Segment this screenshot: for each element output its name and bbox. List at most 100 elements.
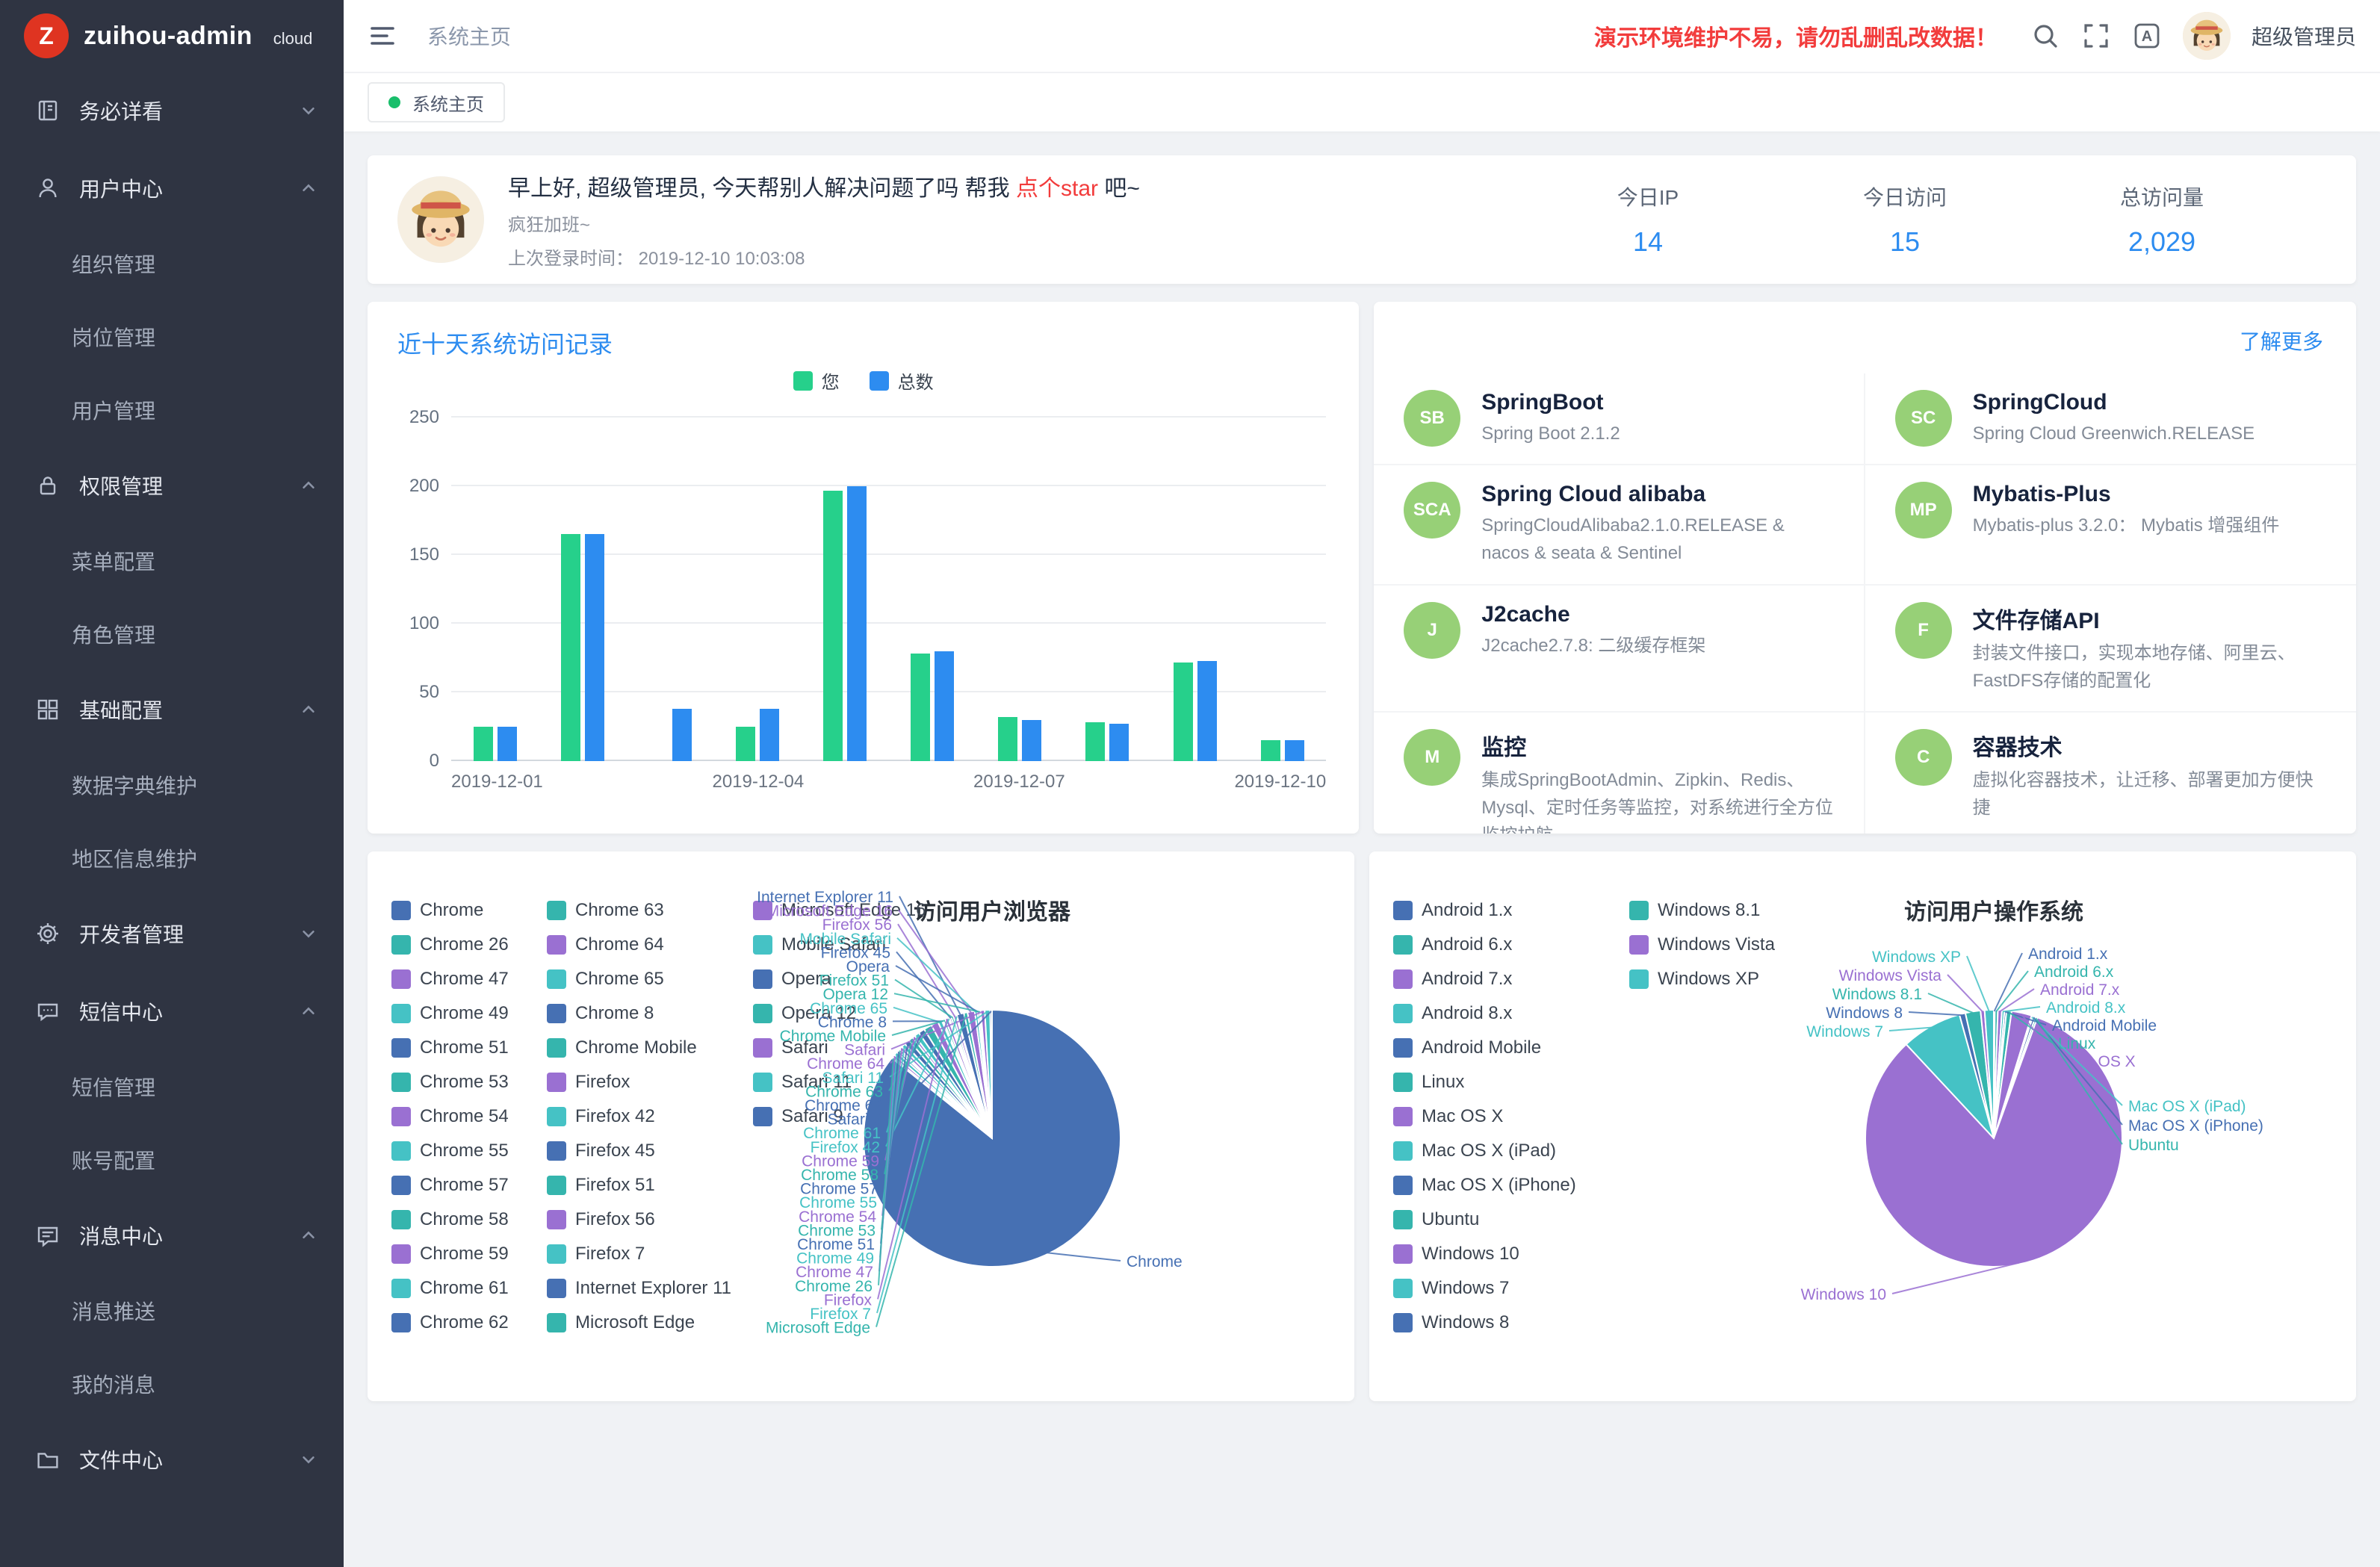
user-avatar[interactable] (2183, 12, 2231, 60)
star-link[interactable]: 点个star (1016, 176, 1098, 201)
sidebar-subitem[interactable]: 数据字典维护 (0, 748, 344, 822)
legend-item-Chrome 53[interactable]: Chrome 53 (391, 1065, 535, 1099)
legend-item-Android Mobile[interactable]: Android Mobile (1393, 1031, 1617, 1065)
legend-item-您[interactable]: 您 (793, 367, 840, 394)
legend-column: Microsoft Edge 16Mobile SafariOperaOpera… (753, 893, 902, 1340)
sidebar-item-1[interactable]: 用户中心 (0, 149, 344, 227)
app-logo[interactable]: Z zuihou-admin cloud (0, 0, 344, 72)
legend-item-Opera[interactable]: Opera (753, 962, 902, 996)
legend-item-Microsoft Edge 16[interactable]: Microsoft Edge 16 (753, 893, 902, 928)
legend-item-Chrome 8[interactable]: Chrome 8 (547, 996, 741, 1031)
stats-group: 今日IP 14 今日访问 15 总访问量 2,029 (1519, 181, 2326, 258)
bar-您 (1261, 740, 1280, 761)
sidebar-subitem[interactable]: 菜单配置 (0, 524, 344, 598)
legend-item-Chrome Mobile[interactable]: Chrome Mobile (547, 1031, 741, 1065)
sidebar-subitem[interactable]: 消息推送 (0, 1274, 344, 1347)
bar-group-2019-12-09 (1151, 418, 1239, 761)
module-badge: SC (1895, 390, 1952, 447)
sidebar-subitem[interactable]: 地区信息维护 (0, 822, 344, 895)
user-name[interactable]: 超级管理员 (2252, 21, 2356, 51)
legend-item-Windows Vista[interactable]: Windows Vista (1629, 928, 1794, 962)
legend-item-Chrome 59[interactable]: Chrome 59 (391, 1237, 535, 1271)
legend-item-Linux[interactable]: Linux (1393, 1065, 1617, 1099)
bar-总数 (935, 651, 954, 761)
legend-item-Safari 11[interactable]: Safari 11 (753, 1065, 902, 1099)
legend-item-Chrome 54[interactable]: Chrome 54 (391, 1099, 535, 1134)
sidebar-item-5[interactable]: 短信中心 (0, 972, 344, 1050)
chevron-up-icon (300, 180, 317, 196)
learn-more-link[interactable]: 了解更多 (2240, 326, 2323, 356)
legend-item-Chrome 58[interactable]: Chrome 58 (391, 1203, 535, 1237)
search-icon[interactable] (2030, 21, 2060, 51)
legend-item-Chrome 49[interactable]: Chrome 49 (391, 996, 535, 1031)
legend-item-Firefox 56[interactable]: Firefox 56 (547, 1203, 741, 1237)
sidebar-item-2[interactable]: 权限管理 (0, 447, 344, 524)
legend-label: Chrome 64 (575, 934, 664, 955)
x-axis-label (1150, 772, 1234, 792)
x-axis-label (627, 772, 712, 792)
legend-label: Firefox 7 (575, 1244, 645, 1265)
legend-item-Mobile Safari[interactable]: Mobile Safari (753, 928, 902, 962)
legend-item-Android 6.x[interactable]: Android 6.x (1393, 928, 1617, 962)
legend-item-Firefox 51[interactable]: Firefox 51 (547, 1168, 741, 1203)
sidebar-subitem[interactable]: 我的消息 (0, 1347, 344, 1421)
legend-item-Windows XP[interactable]: Windows XP (1629, 962, 1794, 996)
pie-slice-Firefox 42 (948, 1017, 992, 1138)
legend-item-Chrome 63[interactable]: Chrome 63 (547, 893, 741, 928)
legend-item-Mac OS X[interactable]: Mac OS X (1393, 1099, 1617, 1134)
sidebar-subitem[interactable]: 岗位管理 (0, 300, 344, 373)
legend-item-Chrome 57[interactable]: Chrome 57 (391, 1168, 535, 1203)
legend-item-Mac OS X (iPhone)[interactable]: Mac OS X (iPhone) (1393, 1168, 1617, 1203)
legend-item-Windows 10[interactable]: Windows 10 (1393, 1237, 1617, 1271)
sidebar-subitem[interactable]: 组织管理 (0, 227, 344, 300)
legend-item-Firefox[interactable]: Firefox (547, 1065, 741, 1099)
sidebar-subitem[interactable]: 账号配置 (0, 1123, 344, 1197)
legend-item-Firefox 7[interactable]: Firefox 7 (547, 1237, 741, 1271)
legend-item-Safari[interactable]: Safari (753, 1031, 902, 1065)
pie-slice-Chrome 49 (894, 1052, 992, 1138)
sidebar-subitem[interactable]: 短信管理 (0, 1050, 344, 1123)
module-badge: F (1895, 602, 1952, 659)
sidebar-item-0[interactable]: 务必详看 (0, 72, 344, 149)
sidebar-subitem[interactable]: 角色管理 (0, 598, 344, 671)
legend-item-Chrome 51[interactable]: Chrome 51 (391, 1031, 535, 1065)
legend-item-Internet Explorer 11[interactable]: Internet Explorer 11 (547, 1271, 741, 1306)
pie-callout-line (1996, 971, 2028, 1011)
legend-item-Android 1.x[interactable]: Android 1.x (1393, 893, 1617, 928)
sidebar-item-3[interactable]: 基础配置 (0, 671, 344, 748)
fullscreen-icon[interactable] (2081, 21, 2111, 51)
legend-item-Chrome 62[interactable]: Chrome 62 (391, 1306, 535, 1340)
legend-item-Chrome 61[interactable]: Chrome 61 (391, 1271, 535, 1306)
legend-item-Firefox 45[interactable]: Firefox 45 (547, 1134, 741, 1168)
legend-item-Safari 9[interactable]: Safari 9 (753, 1099, 902, 1134)
legend-item-Mac OS X (iPad)[interactable]: Mac OS X (iPad) (1393, 1134, 1617, 1168)
sidebar-item-4[interactable]: 开发者管理 (0, 895, 344, 972)
legend-item-Windows 7[interactable]: Windows 7 (1393, 1271, 1617, 1306)
collapse-menu-icon[interactable] (368, 21, 397, 51)
sidebar-subitem[interactable]: 用户管理 (0, 373, 344, 447)
legend-item-Android 8.x[interactable]: Android 8.x (1393, 996, 1617, 1031)
legend-item-Android 7.x[interactable]: Android 7.x (1393, 962, 1617, 996)
tab-home[interactable]: 系统主页 (368, 82, 505, 122)
module-badge: J (1404, 602, 1460, 659)
font-size-icon[interactable]: A (2132, 21, 2162, 51)
legend-item-Chrome[interactable]: Chrome (391, 893, 535, 928)
legend-item-Microsoft Edge[interactable]: Microsoft Edge (547, 1306, 741, 1340)
legend-item-Windows 8[interactable]: Windows 8 (1393, 1306, 1617, 1340)
legend-item-Chrome 64[interactable]: Chrome 64 (547, 928, 741, 962)
legend-item-Firefox 42[interactable]: Firefox 42 (547, 1099, 741, 1134)
legend-item-Windows 8.1[interactable]: Windows 8.1 (1629, 893, 1794, 928)
legend-label: Microsoft Edge (575, 1312, 695, 1333)
legend-item-Ubuntu[interactable]: Ubuntu (1393, 1203, 1617, 1237)
chevron-down-icon (300, 102, 317, 119)
sidebar-item-7[interactable]: 文件中心 (0, 1421, 344, 1498)
legend-item-总数[interactable]: 总数 (870, 367, 934, 394)
sidebar-item-6[interactable]: 消息中心 (0, 1197, 344, 1274)
legend-item-Opera 12[interactable]: Opera 12 (753, 996, 902, 1031)
legend-item-Chrome 55[interactable]: Chrome 55 (391, 1134, 535, 1168)
legend-item-Chrome 65[interactable]: Chrome 65 (547, 962, 741, 996)
legend-item-Chrome 26[interactable]: Chrome 26 (391, 928, 535, 962)
legend-label: Chrome 53 (420, 1072, 509, 1093)
legend-label: Android 7.x (1422, 969, 1512, 990)
legend-item-Chrome 47[interactable]: Chrome 47 (391, 962, 535, 996)
